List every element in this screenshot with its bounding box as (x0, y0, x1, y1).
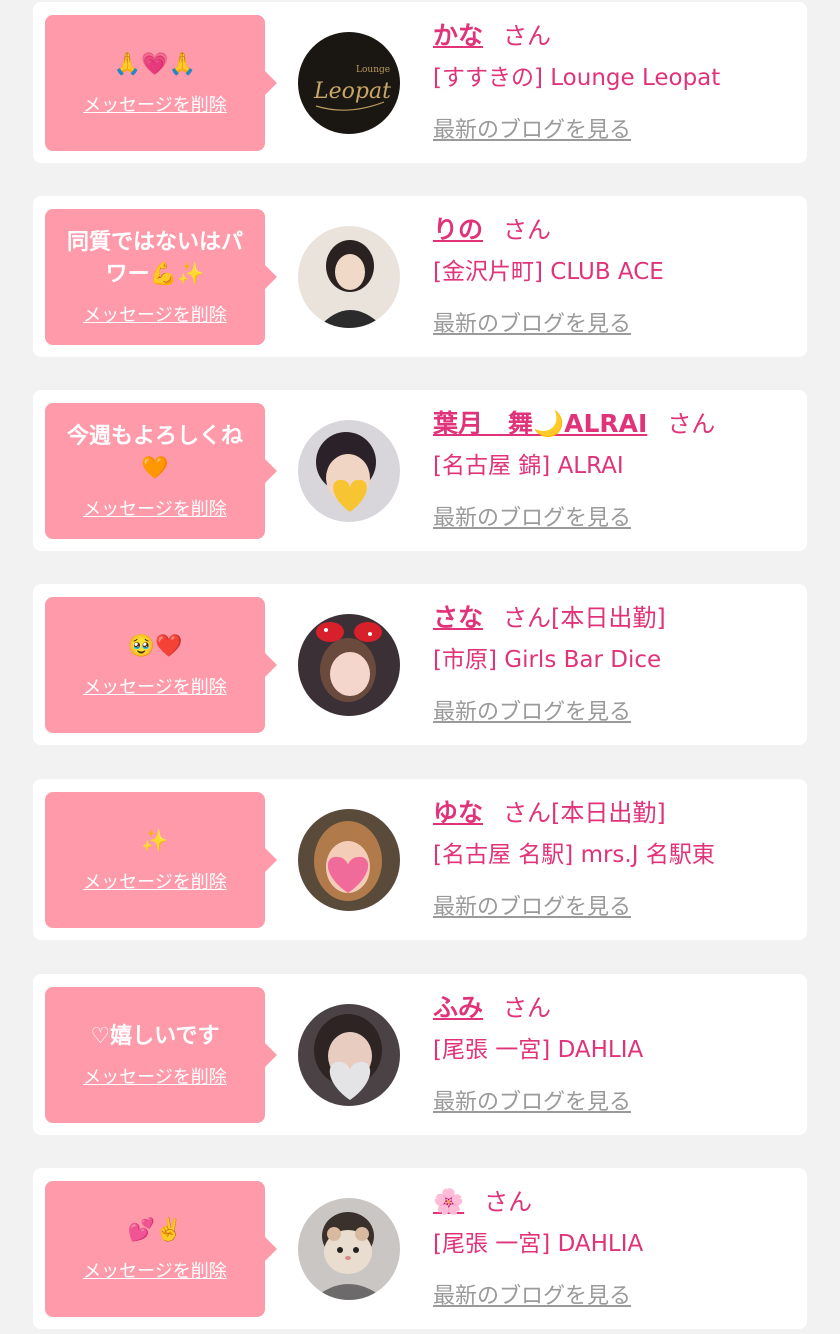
latest-blog-link[interactable]: 最新のブログを見る (433, 112, 631, 144)
message-bubble: 同質ではないはパワー💪✨ メッセージを削除 (45, 209, 277, 345)
avatar[interactable] (298, 614, 400, 716)
avatar[interactable] (298, 1004, 400, 1106)
name-suffix: さん (503, 22, 552, 50)
latest-blog-link[interactable]: 最新のブログを見る (433, 500, 631, 532)
latest-blog-link[interactable]: 最新のブログを見る (433, 694, 631, 726)
avatar[interactable]: Lounge Leopat (298, 32, 400, 134)
message-text: ✨ (141, 829, 169, 854)
name-suffix: さん (503, 216, 552, 244)
delete-message-link[interactable]: メッセージを削除 (83, 1063, 227, 1089)
message-card: 💕✌️ メッセージを削除 🌸 さん [尾張 一宮] DAHLIA 最新のブログを見… (33, 1168, 807, 1329)
latest-blog-link[interactable]: 最新のブログを見る (433, 306, 631, 338)
cast-name-link[interactable]: ふみ (433, 993, 483, 1022)
avatar[interactable] (298, 809, 400, 911)
name-suffix: さん (503, 994, 552, 1022)
cast-name-link[interactable]: ゆな (433, 798, 483, 827)
name-suffix: さん[本日出勤] (503, 799, 666, 827)
cast-name-link[interactable]: さな (433, 603, 483, 632)
message-text: 🙏💗🙏 (113, 52, 197, 77)
delete-message-link[interactable]: メッセージを削除 (83, 868, 227, 894)
name-suffix: さん[本日出勤] (503, 604, 666, 632)
cast-name-link[interactable]: かな (433, 21, 483, 50)
name-suffix: さん (667, 410, 716, 438)
shop-label: [尾張 一宮] DAHLIA (433, 1037, 644, 1063)
message-card: 同質ではないはパワー💪✨ メッセージを削除 りの さん [金沢片町] CLUB A… (33, 196, 807, 357)
message-text: 💕✌️ (127, 1218, 183, 1243)
shop-label: [市原] Girls Bar Dice (433, 647, 662, 673)
name-suffix: さん (484, 1188, 533, 1216)
cast-name-link[interactable]: 葉月 舞🌙ALRAI (433, 409, 647, 438)
message-text: 今週もよろしくね🧡 (66, 424, 243, 481)
message-bubble: ✨ メッセージを削除 (45, 792, 277, 928)
shop-label: [名古屋 錦] ALRAI (433, 453, 624, 479)
delete-message-link[interactable]: メッセージを削除 (83, 495, 227, 521)
cast-name-link[interactable]: 🌸 (433, 1187, 464, 1216)
avatar[interactable] (298, 226, 400, 328)
message-bubble: 🥹❤️ メッセージを削除 (45, 597, 277, 733)
cast-name-link[interactable]: りの (433, 215, 483, 244)
message-bubble: 💕✌️ メッセージを削除 (45, 1181, 277, 1317)
latest-blog-link[interactable]: 最新のブログを見る (433, 1278, 631, 1310)
svg-text:Lounge: Lounge (356, 65, 390, 75)
message-bubble: ♡嬉しいです メッセージを削除 (45, 987, 277, 1123)
shop-label: [金沢片町] CLUB ACE (433, 259, 664, 285)
delete-message-link[interactable]: メッセージを削除 (83, 91, 227, 117)
avatar[interactable] (298, 420, 400, 522)
message-card: 🙏💗🙏 メッセージを削除 Lounge Leopat かな さん [すすきの] L… (33, 2, 807, 163)
shop-label: [すすきの] Lounge Leopat (433, 65, 721, 91)
delete-message-link[interactable]: メッセージを削除 (83, 301, 227, 327)
message-text: 🥹❤️ (127, 634, 183, 659)
delete-message-link[interactable]: メッセージを削除 (83, 1257, 227, 1283)
message-card: ✨ メッセージを削除 ゆな さん[本日出勤] [名古屋 名駅] mrs.J 名駅東… (33, 779, 807, 940)
delete-message-link[interactable]: メッセージを削除 (83, 673, 227, 699)
message-card: ♡嬉しいです メッセージを削除 ふみ さん [尾張 一宮] DAHLIA 最新のブ… (33, 974, 807, 1135)
message-bubble: 🙏💗🙏 メッセージを削除 (45, 15, 277, 151)
message-text: 同質ではないはパワー💪✨ (66, 230, 243, 287)
shop-label: [尾張 一宮] DAHLIA (433, 1231, 644, 1257)
message-card: 🥹❤️ メッセージを削除 さな さん[本日出勤] [市原] Girls Bar D… (33, 584, 807, 745)
shop-label: [名古屋 名駅] mrs.J 名駅東 (433, 842, 715, 868)
message-card: 今週もよろしくね🧡 メッセージを削除 葉月 舞🌙ALRAI さん [名古屋 錦] … (33, 390, 807, 551)
message-list: 🙏💗🙏 メッセージを削除 Lounge Leopat かな さん [すすきの] L… (0, 0, 840, 1334)
message-text: ♡嬉しいです (90, 1024, 220, 1049)
latest-blog-link[interactable]: 最新のブログを見る (433, 1084, 631, 1116)
message-bubble: 今週もよろしくね🧡 メッセージを削除 (45, 403, 277, 539)
svg-text:Leopat: Leopat (313, 79, 391, 104)
latest-blog-link[interactable]: 最新のブログを見る (433, 889, 631, 921)
avatar[interactable] (298, 1198, 400, 1300)
